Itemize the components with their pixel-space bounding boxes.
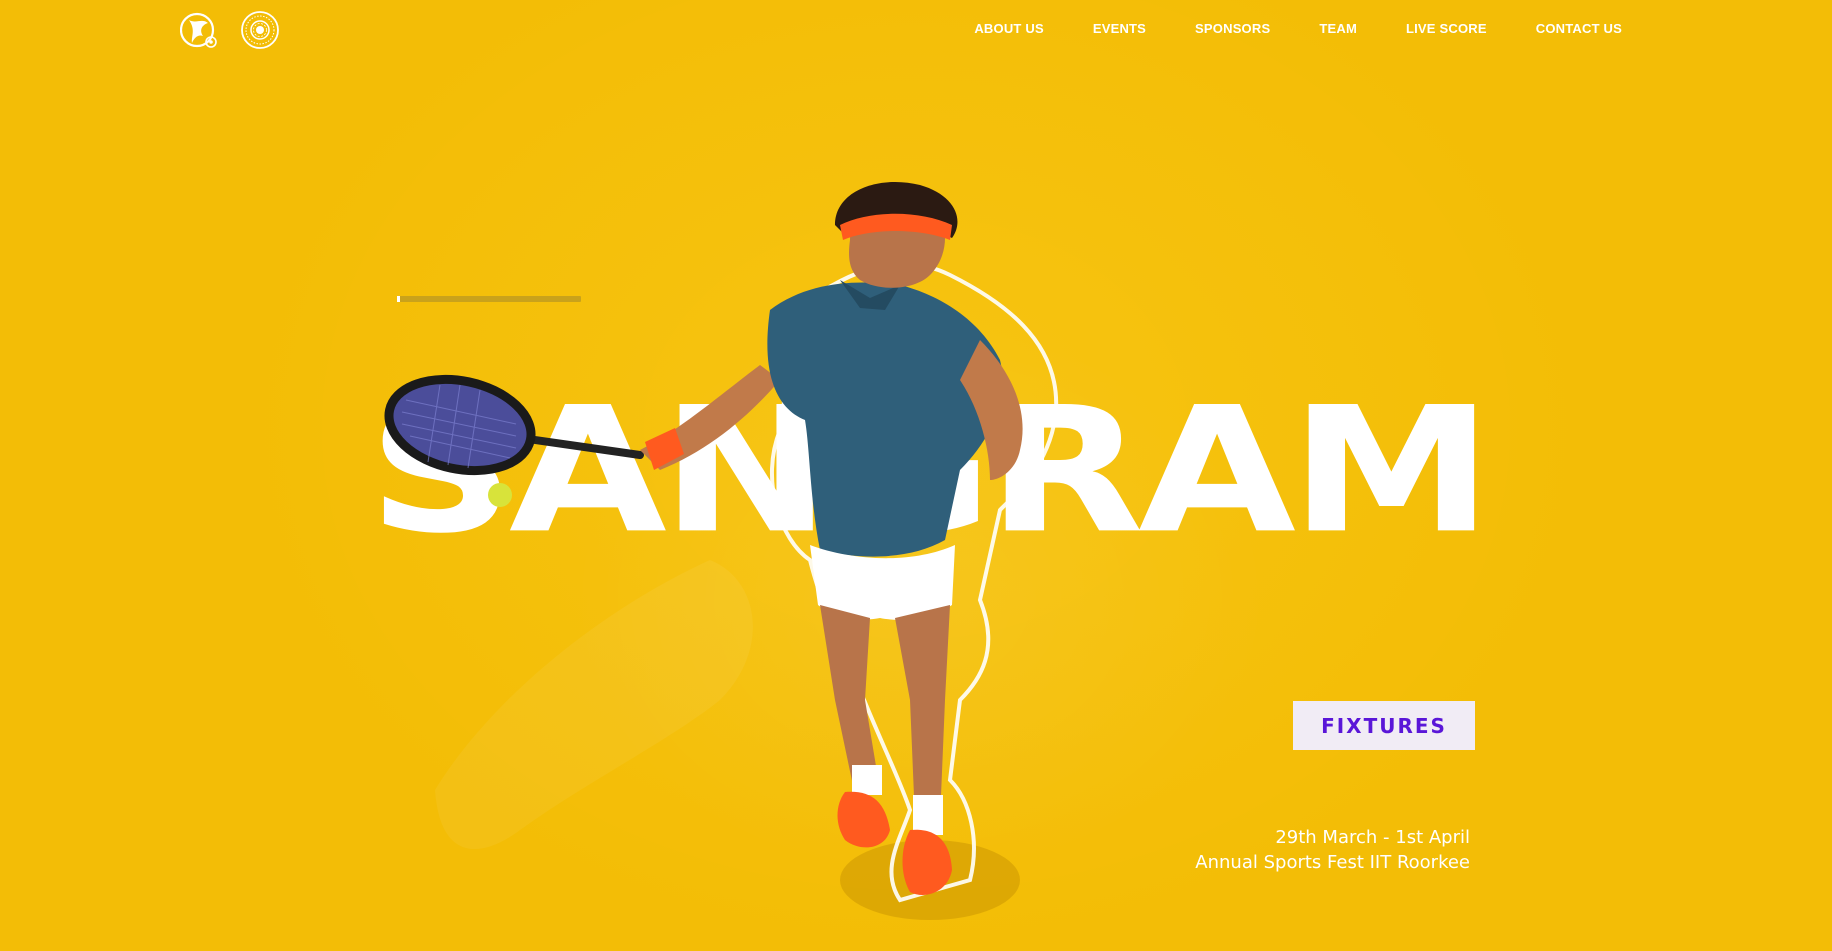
sports-council-logo-icon[interactable] (180, 10, 220, 50)
nav-about-us-link[interactable]: ABOUT US (974, 21, 1044, 36)
top-navbar: ABOUT US EVENTS SPONSORS TEAM LIVE SCORE… (0, 0, 1832, 60)
event-info: 29th March - 1st April Annual Sports Fes… (1195, 825, 1470, 875)
nav-contact-us-link[interactable]: CONTACT US (1536, 21, 1622, 36)
fixtures-button[interactable]: FIXTURES (1293, 701, 1475, 750)
nav-live-score-link[interactable]: LIVE SCORE (1406, 21, 1487, 36)
iit-roorkee-emblem-icon[interactable] (240, 10, 280, 50)
nav-links: ABOUT US EVENTS SPONSORS TEAM LIVE SCORE… (925, 21, 1622, 36)
event-dates: 29th March - 1st April (1275, 827, 1470, 848)
tennis-player-icon (384, 181, 1059, 920)
nav-team-link[interactable]: TEAM (1319, 21, 1357, 36)
nav-sponsors-link[interactable]: SPONSORS (1195, 21, 1270, 36)
nav-events-link[interactable]: EVENTS (1093, 21, 1146, 36)
hero-section: ABOUT US EVENTS SPONSORS TEAM LIVE SCORE… (0, 0, 1832, 951)
event-subtitle: Annual Sports Fest IIT Roorkee (1195, 852, 1470, 873)
